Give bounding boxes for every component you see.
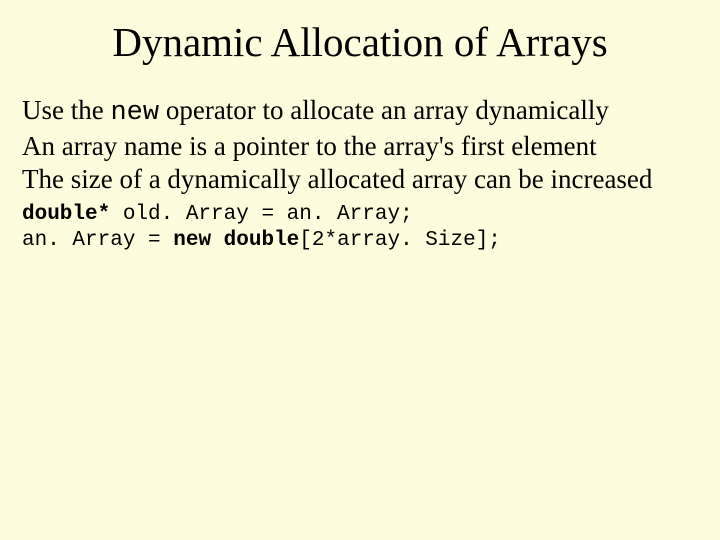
slide: Dynamic Allocation of Arrays Use the new… [0,0,720,540]
paragraph-1: Use the new operator to allocate an arra… [22,94,698,130]
code-text: old. Array = an. Array; [110,203,412,226]
text-span: Use the [22,95,110,125]
paragraph-3: The size of a dynamically allocated arra… [22,163,698,196]
text-span: operator to allocate an array dynamicall… [159,95,609,125]
page-title: Dynamic Allocation of Arrays [22,18,698,66]
code-block: double* old. Array = an. Array; an. Arra… [22,202,698,255]
code-keyword: double* [22,203,110,226]
code-text [211,229,224,252]
body-text: Use the new operator to allocate an arra… [22,94,698,196]
code-inline: new [110,98,159,128]
code-keyword: new [173,229,211,252]
paragraph-2: An array name is a pointer to the array'… [22,130,698,163]
code-keyword: double [224,229,300,252]
code-text: [2*array. Size]; [299,229,501,252]
code-text: an. Array = [22,229,173,252]
